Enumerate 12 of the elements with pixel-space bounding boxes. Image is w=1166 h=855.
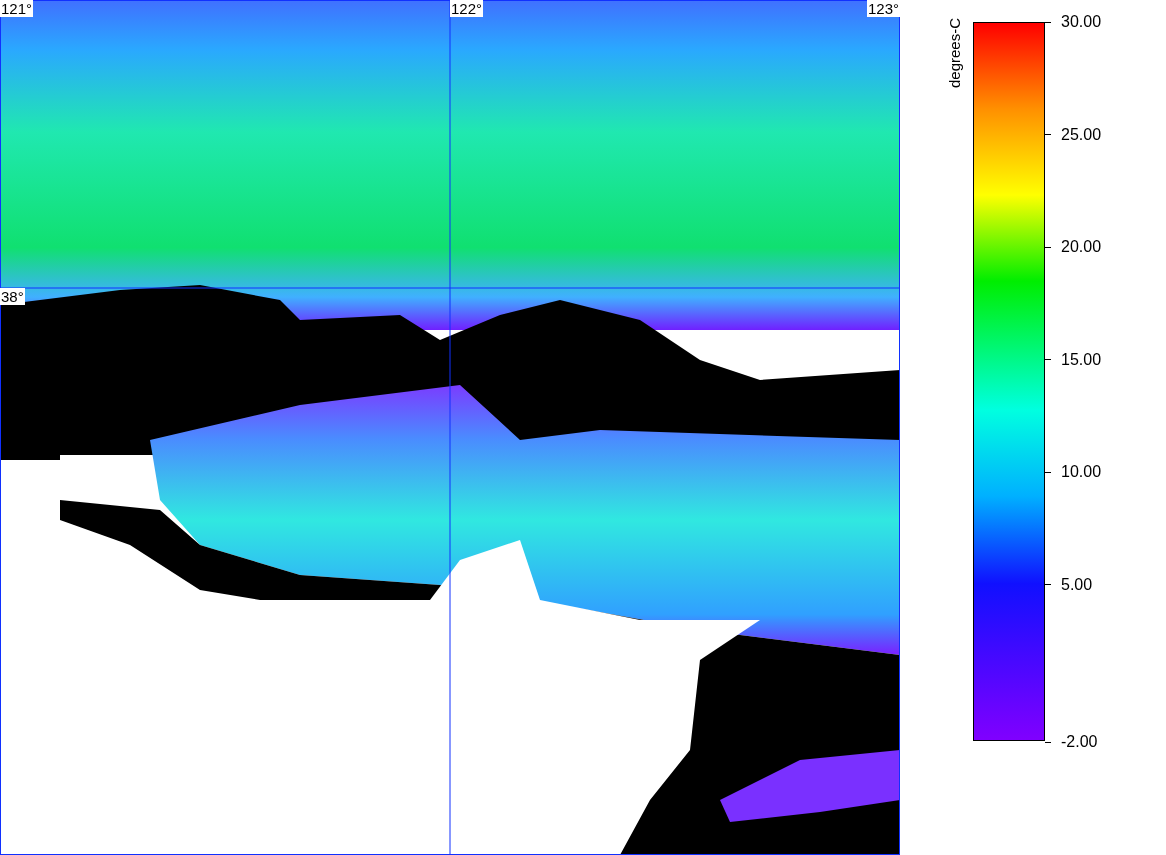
longitude-label: 123°: [866, 0, 900, 17]
colorbar-tick-label: 15.00: [1061, 351, 1102, 368]
latitude-label: 38°: [0, 288, 25, 305]
colorbar-tick-label: 5.00: [1061, 576, 1093, 593]
longitude-label: 122°: [450, 0, 484, 17]
colorbar-tick-label: -2.00: [1061, 734, 1098, 750]
longitude-label: 121°: [0, 0, 34, 17]
colorbar-tick-label: 20.00: [1061, 239, 1102, 255]
colorbar-title: degrees-C: [946, 18, 963, 89]
colorbar-tick-label: 30.00: [1061, 14, 1102, 30]
colorbar-tick-label: 25.00: [1061, 126, 1102, 143]
colorbar-tick-label: 10.00: [1061, 464, 1102, 480]
